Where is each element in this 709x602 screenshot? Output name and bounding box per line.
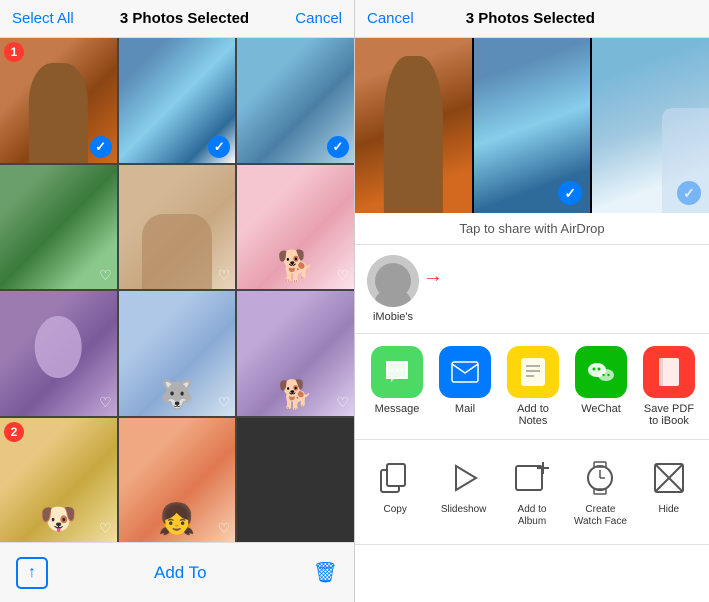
left-bottom-bar: Add To 🗑	[0, 542, 354, 602]
message-label: Message	[375, 403, 420, 415]
action-ibooks[interactable]: Save PDF to iBook	[639, 346, 699, 427]
action-add-album[interactable]: Add to Album	[500, 450, 564, 534]
photo-cell-8[interactable]: ♡	[119, 291, 236, 416]
wechat-icon	[575, 346, 627, 398]
person-name: iMobie's	[373, 311, 413, 323]
left-photos-selected-label: 3 Photos Selected	[120, 10, 249, 27]
copy-icon	[373, 456, 417, 500]
photo-cell-10[interactable]: 2 ♡	[0, 418, 117, 543]
heart-icon-10: ♡	[99, 520, 112, 537]
photo-badge-2: 2	[4, 422, 24, 442]
hide-label: Hide	[659, 504, 680, 516]
right-cancel-button[interactable]: Cancel	[367, 10, 414, 27]
heart-icon-4: ♡	[99, 267, 112, 284]
photo-cell-1[interactable]: 1	[0, 38, 117, 163]
notes-icon	[507, 346, 559, 398]
trash-button[interactable]: 🗑	[313, 560, 338, 585]
ibooks-icon	[643, 346, 695, 398]
photo-cell-9[interactable]: ♡	[237, 291, 354, 416]
watchface-label: Create Watch Face	[572, 504, 628, 528]
photo-cell-7[interactable]: ♡	[0, 291, 117, 416]
left-cancel-button[interactable]: Cancel	[295, 10, 342, 27]
strip-photo-3[interactable]	[592, 38, 709, 213]
strip-check-2	[558, 181, 582, 205]
select-all-button[interactable]: Select All	[12, 10, 74, 27]
photo-cell-5[interactable]: ♡	[119, 165, 236, 290]
add-album-label: Add to Album	[504, 504, 560, 528]
action-message[interactable]: Message	[367, 346, 427, 427]
right-panel: Cancel 3 Photos Selected Tap to share wi…	[355, 0, 709, 602]
person-avatar	[367, 255, 419, 307]
photo-grid: 1 ♡ ♡ ♡ ♡ ♡ ♡ 2 ♡	[0, 38, 354, 542]
wechat-label: WeChat	[581, 403, 621, 415]
watchface-icon	[578, 456, 622, 500]
photo-check-3[interactable]	[327, 136, 349, 158]
action-copy[interactable]: Copy	[363, 450, 427, 534]
slideshow-label: Slideshow	[441, 504, 487, 516]
airdrop-person[interactable]: iMobie's →	[367, 255, 419, 323]
secondary-actions-row: Copy Slideshow Add to Album	[355, 440, 709, 545]
left-panel: Select All 3 Photos Selected Cancel 1 ♡ …	[0, 0, 355, 602]
slideshow-icon	[442, 456, 486, 500]
photo-cell-3[interactable]	[237, 38, 354, 163]
strip-photo-1[interactable]	[355, 38, 472, 213]
action-create-watchface[interactable]: Create Watch Face	[568, 450, 632, 534]
add-to-button[interactable]: Add To	[154, 563, 207, 583]
photo-check-2[interactable]	[208, 136, 230, 158]
photo-cell-11[interactable]: ♡	[119, 418, 236, 543]
heart-icon-6: ♡	[336, 267, 349, 284]
strip-check-3	[677, 181, 701, 205]
photo-badge-1: 1	[4, 42, 24, 62]
share-button[interactable]	[16, 557, 48, 589]
photo-cell-12	[237, 418, 354, 543]
mail-icon	[439, 346, 491, 398]
airdrop-section: iMobie's →	[355, 245, 709, 334]
heart-icon-11: ♡	[218, 520, 231, 537]
add-album-icon	[510, 456, 554, 500]
ibooks-label: Save PDF to iBook	[639, 403, 699, 427]
notes-label: Add to Notes	[503, 403, 563, 427]
hide-icon	[647, 456, 691, 500]
action-notes[interactable]: Add to Notes	[503, 346, 563, 427]
share-actions-row: Message Mail Add to Notes	[355, 334, 709, 440]
strip-photo-2[interactable]	[474, 38, 591, 213]
heart-icon-8: ♡	[218, 394, 231, 411]
photo-cell-2[interactable]	[119, 38, 236, 163]
photo-cell-6[interactable]: ♡	[237, 165, 354, 290]
heart-icon-5: ♡	[218, 267, 231, 284]
right-toolbar: Cancel 3 Photos Selected	[355, 0, 709, 38]
selected-photos-strip	[355, 38, 709, 213]
heart-icon-9: ♡	[336, 394, 349, 411]
left-toolbar: Select All 3 Photos Selected Cancel	[0, 0, 354, 38]
mail-label: Mail	[455, 403, 475, 415]
action-slideshow[interactable]: Slideshow	[431, 450, 495, 534]
copy-label: Copy	[384, 504, 407, 516]
message-icon	[371, 346, 423, 398]
action-hide[interactable]: Hide	[637, 450, 701, 534]
right-photos-selected-label: 3 Photos Selected	[466, 10, 595, 27]
action-wechat[interactable]: WeChat	[571, 346, 631, 427]
airdrop-hint: Tap to share with AirDrop	[355, 213, 709, 245]
photo-check-1[interactable]	[90, 136, 112, 158]
arrow-indicator: →	[423, 265, 443, 288]
action-mail[interactable]: Mail	[435, 346, 495, 427]
heart-icon-7: ♡	[99, 394, 112, 411]
photo-cell-4[interactable]: ♡	[0, 165, 117, 290]
